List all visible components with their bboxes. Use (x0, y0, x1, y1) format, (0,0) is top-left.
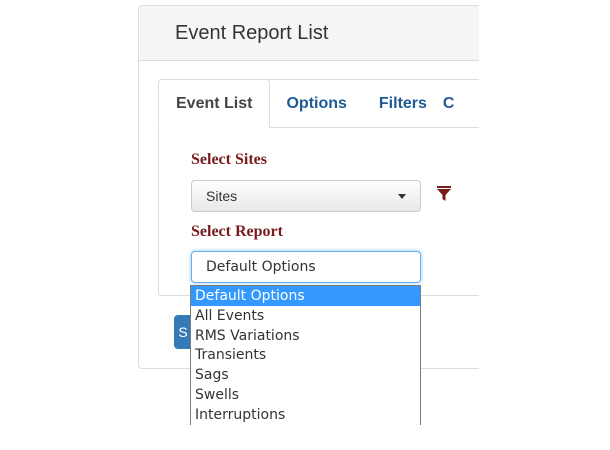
tab-bar: Event List Options Filters C (158, 79, 479, 128)
report-dropdown-list[interactable]: Default Options All Events RMS Variation… (190, 285, 421, 425)
dropdown-option[interactable]: Swells (191, 385, 420, 405)
dropdown-option[interactable]: Transients (191, 345, 420, 365)
tab-content: Event List Options Filters C Select Site… (158, 79, 479, 296)
dropdown-option[interactable]: Sags (191, 365, 420, 385)
select-report-label: Select Report (191, 223, 283, 240)
report-select-value: Default Options (206, 259, 316, 275)
select-sites-label: Select Sites (191, 151, 267, 168)
sites-select[interactable]: Sites (191, 180, 421, 212)
dropdown-option[interactable]: Default Options (191, 286, 420, 306)
dropdown-option[interactable]: RMS Variations (191, 326, 420, 346)
panel-body: Event List Options Filters C Select Site… (139, 61, 479, 296)
tab-options[interactable]: Options (270, 80, 362, 127)
dropdown-option[interactable]: Interruptions (191, 405, 420, 425)
panel-title: Event Report List (175, 21, 329, 44)
tab-event-list[interactable]: Event List (158, 79, 271, 128)
filter-icon[interactable] (437, 186, 451, 202)
report-select[interactable]: Default Options (191, 251, 421, 283)
chevron-down-icon (398, 194, 406, 199)
tab-next-partial[interactable]: C (443, 80, 455, 127)
sites-select-value: Sites (206, 188, 238, 204)
tab-filters[interactable]: Filters (363, 80, 443, 127)
panel-header: Event Report List (139, 6, 479, 61)
primary-button-label: S (178, 324, 188, 340)
dropdown-option[interactable]: All Events (191, 306, 420, 326)
